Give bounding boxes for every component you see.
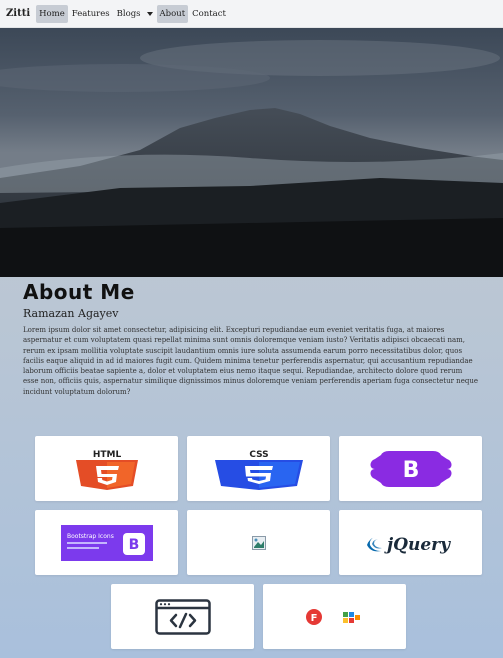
author-name: Ramazan Agayev — [23, 307, 119, 320]
skill-card-css: CSS — [187, 436, 330, 501]
navbar: Zitti Home Features Blogs About Contact — [0, 0, 503, 28]
skill-card-bootstrap: B — [339, 436, 482, 501]
bootstrap-logo-icon: B — [370, 450, 451, 487]
skill-card-html: HTML — [35, 436, 178, 501]
bootstrap-logo-label: B — [402, 458, 419, 483]
css3-logo-icon: CSS — [214, 450, 303, 490]
hero-mountain-image — [0, 28, 503, 277]
font-badge-label: F — [310, 613, 317, 624]
bootstrap-icons-b-label: B — [128, 537, 139, 553]
bootstrap-icons-label: Bootstrap Icons — [67, 533, 114, 540]
css-logo-label: CSS — [249, 450, 268, 460]
nav-blogs-dropdown[interactable]: Blogs — [114, 5, 156, 23]
skill-card-jquery: jQuery — [339, 510, 482, 575]
code-window-icon — [154, 598, 211, 635]
about-description: Lorem ipsum dolor sit amet consectetur, … — [23, 326, 478, 396]
nav-home[interactable]: Home — [36, 4, 68, 23]
nav-features[interactable]: Features — [69, 5, 113, 23]
nav-about[interactable]: About — [156, 4, 189, 23]
about-title: About Me — [23, 280, 135, 304]
skill-card-code-window — [111, 584, 254, 649]
skill-card-broken-image — [187, 510, 330, 575]
caret-down-icon — [146, 11, 153, 16]
jquery-logo-label: jQuery — [384, 535, 451, 555]
brand-logo[interactable]: Zitti — [6, 8, 30, 19]
skill-card-font-apps: F — [263, 584, 406, 649]
mountain-landscape — [0, 28, 503, 277]
nav-blogs-label: Blogs — [116, 8, 141, 19]
nav-contact[interactable]: Contact — [189, 5, 229, 23]
html-logo-label: HTML — [92, 450, 121, 460]
broken-image-icon — [251, 535, 266, 550]
html5-logo-icon: HTML — [75, 450, 138, 490]
skill-card-bootstrap-icons: Bootstrap Icons B — [35, 510, 178, 575]
jquery-logo-icon: jQuery — [366, 535, 451, 555]
bootstrap-icons-logo-icon: Bootstrap Icons B — [60, 524, 153, 561]
font-apps-icon: F — [305, 608, 360, 625]
